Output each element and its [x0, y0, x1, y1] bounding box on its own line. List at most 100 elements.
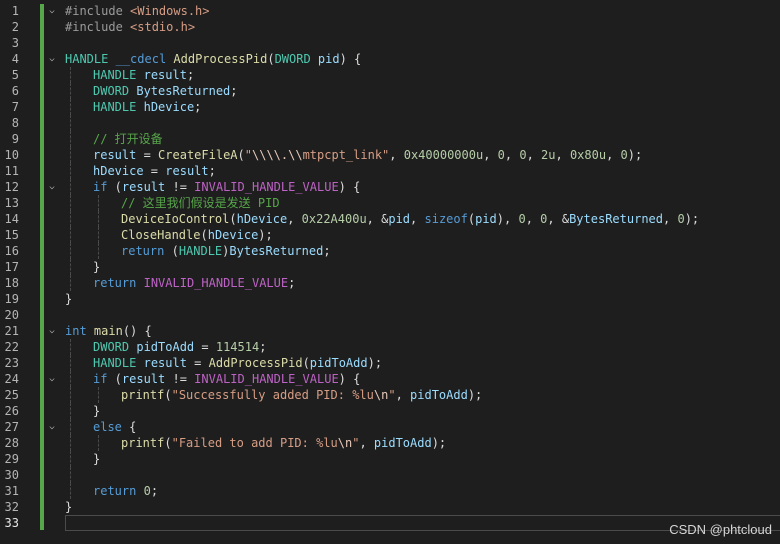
indent-guide [70, 387, 71, 403]
code-line[interactable]: 23 HANDLE result = AddProcessPid(pidToAdd… [0, 355, 780, 371]
code-token: return [93, 484, 137, 498]
code-line[interactable]: 3 [0, 35, 780, 51]
code-token: DWORD [93, 84, 130, 98]
code-text: return INVALID_HANDLE_VALUE; [93, 275, 295, 291]
line-number: 25 [4, 388, 19, 402]
code-token: ) { [338, 372, 361, 386]
code-text: if (result != INVALID_HANDLE_VALUE) { [93, 179, 360, 195]
code-token: } [65, 292, 73, 306]
code-line[interactable]: 32} [0, 499, 780, 515]
indent-guide [98, 227, 99, 243]
code-token: sizeof [424, 212, 468, 226]
code-token: != [165, 372, 195, 386]
code-token: , [526, 148, 542, 162]
code-line[interactable]: 33 [0, 515, 780, 531]
code-token: { [121, 420, 137, 434]
code-line[interactable]: 21 ⌵ int main() { [0, 323, 780, 339]
code-line[interactable]: 15 CloseHandle(hDevice); [0, 227, 780, 243]
code-line[interactable]: 1 ⌵ #include <Windows.h> [0, 3, 780, 19]
code-token: } [93, 260, 101, 274]
code-line[interactable]: 9 // 打开设备 [0, 131, 780, 147]
code-line[interactable]: 11 hDevice = result; [0, 163, 780, 179]
code-line[interactable]: 13 // 这里我们假设是发送 PID [0, 195, 780, 211]
code-token: ) { [338, 180, 361, 194]
line-number: 4 [11, 52, 19, 66]
line-number: 14 [4, 212, 19, 226]
code-line[interactable]: 7 HANDLE hDevice; [0, 99, 780, 115]
code-token: DeviceIoControl [121, 212, 230, 226]
code-token: , & [547, 212, 570, 226]
indent-guide [70, 195, 71, 211]
code-line[interactable]: 22 DWORD pidToAdd = 114514; [0, 339, 780, 355]
fold-toggle-icon[interactable]: ⌵ [47, 326, 57, 336]
code-line[interactable]: 5 HANDLE result; [0, 67, 780, 83]
code-token: , [555, 148, 570, 162]
code-token: else [93, 420, 122, 434]
code-token: result [165, 164, 209, 178]
code-line[interactable]: 28 printf("Failed to add PID: %lu\n", pid… [0, 435, 780, 451]
indent-guide [98, 435, 99, 451]
code-token: result [121, 372, 166, 386]
code-token: ( [164, 436, 172, 450]
code-token: , [395, 388, 411, 402]
code-line[interactable]: 19} [0, 291, 780, 307]
indent-guide [70, 211, 71, 227]
code-line[interactable]: 25 printf("Successfully added PID: %lu\n"… [0, 387, 780, 403]
indent-guide [70, 467, 71, 483]
code-text: DWORD BytesReturned; [93, 83, 238, 99]
code-token: hDevice [236, 212, 288, 226]
code-line[interactable]: 10 result = CreateFileA("\\\\.\\mtpcpt_li… [0, 147, 780, 163]
code-line[interactable]: 2 #include <stdio.h> [0, 19, 780, 35]
line-number: 32 [4, 500, 19, 514]
code-line[interactable]: 20 [0, 307, 780, 323]
indent-guide [70, 275, 71, 291]
code-token: = [194, 340, 216, 354]
code-token: int [65, 324, 87, 338]
code-token: \n [373, 388, 389, 402]
code-token: 2u [541, 148, 556, 162]
fold-toggle-icon[interactable]: ⌵ [47, 422, 57, 432]
code-line[interactable]: 6 DWORD BytesReturned; [0, 83, 780, 99]
code-line[interactable]: 27 ⌵ else { [0, 419, 780, 435]
line-number: 21 [4, 324, 19, 338]
code-line[interactable]: 16 return (HANDLE)BytesReturned; [0, 243, 780, 259]
code-token: \\\\.\\ [252, 148, 303, 162]
code-line[interactable]: 14 DeviceIoControl(hDevice, 0x22A400u, &p… [0, 211, 780, 227]
code-text: } [93, 259, 100, 275]
code-token: ( [229, 212, 237, 226]
code-line[interactable]: 12 ⌵ if (result != INVALID_HANDLE_VALUE) { [0, 179, 780, 195]
code-editor[interactable]: 1 ⌵ #include <Windows.h> 2 #include <stdio.h… [0, 0, 780, 544]
code-line[interactable]: 29} [0, 451, 780, 467]
code-line[interactable]: 26} [0, 403, 780, 419]
code-token: " [244, 148, 252, 162]
line-number: 26 [4, 404, 19, 418]
code-text: CloseHandle(hDevice); [121, 227, 273, 243]
code-token: __cdecl [115, 52, 167, 66]
code-token: HANDLE [178, 244, 223, 258]
code-token: != [165, 180, 195, 194]
code-token: , [483, 148, 498, 162]
fold-toggle-icon[interactable]: ⌵ [47, 374, 57, 384]
code-token: 0 [518, 212, 526, 226]
code-token: BytesReturned [229, 244, 324, 258]
code-line[interactable]: 24 ⌵ if (result != INVALID_HANDLE_VALUE) { [0, 371, 780, 387]
fold-toggle-icon[interactable]: ⌵ [47, 54, 57, 64]
code-token: ( [267, 52, 275, 66]
code-line[interactable]: 17} [0, 259, 780, 275]
line-number: 27 [4, 420, 19, 434]
code-line[interactable]: 8 [0, 115, 780, 131]
fold-toggle-icon[interactable]: ⌵ [47, 182, 57, 192]
code-line[interactable]: 31 return 0; [0, 483, 780, 499]
watermark: CSDN @phtcloud [669, 522, 772, 537]
fold-toggle-icon[interactable]: ⌵ [47, 6, 57, 16]
code-token: } [93, 452, 101, 466]
code-line[interactable]: 4 ⌵ HANDLE __cdecl AddProcessPid(DWORD pid… [0, 51, 780, 67]
code-token: 0 [143, 484, 151, 498]
code-token: ); [684, 212, 700, 226]
code-line[interactable]: 30 [0, 467, 780, 483]
code-line[interactable]: 18 return INVALID_HANDLE_VALUE; [0, 275, 780, 291]
code-token: CloseHandle [121, 228, 201, 242]
code-token: 0 [519, 148, 527, 162]
